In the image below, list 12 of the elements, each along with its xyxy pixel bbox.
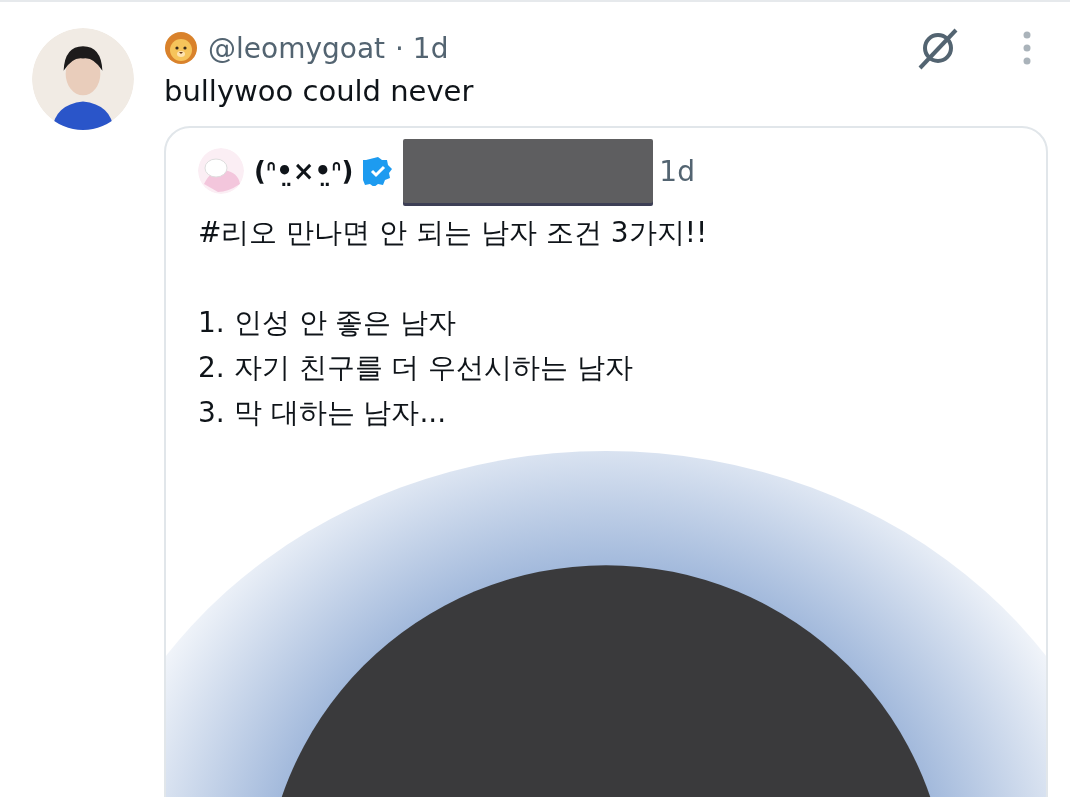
post-text-line: 2. 자기 친구를 더 우선시하는 남자 <box>198 350 635 386</box>
post-text: bullywoo could never <box>164 74 475 108</box>
post-text-line: #리오 만나면 안 되는 남자 조건 3가지!! <box>198 215 709 251</box>
avatar[interactable] <box>32 28 134 130</box>
quoted-post-card[interactable]: (ᐢ•̤×•̤ᐢ) 1d #리오 만나면 안 되는 남자 조건 3가지!! 1. 인성 안 좋은 남자 2. 자기 친구를 더 우선시하는 남자 3. 막 대하는 남자... <box>164 126 1048 797</box>
post-time: 1d <box>659 154 695 188</box>
lion-icon <box>164 31 198 65</box>
display-name[interactable]: (ᐢ•̤×•̤ᐢ) <box>254 156 354 186</box>
user-handle[interactable]: @leomygoat <box>208 31 386 65</box>
post-time: · 1d <box>395 31 449 65</box>
post-text-line: 1. 인성 안 좋은 남자 <box>198 305 458 341</box>
post-text-line: 3. 막 대하는 남자... <box>198 395 448 431</box>
